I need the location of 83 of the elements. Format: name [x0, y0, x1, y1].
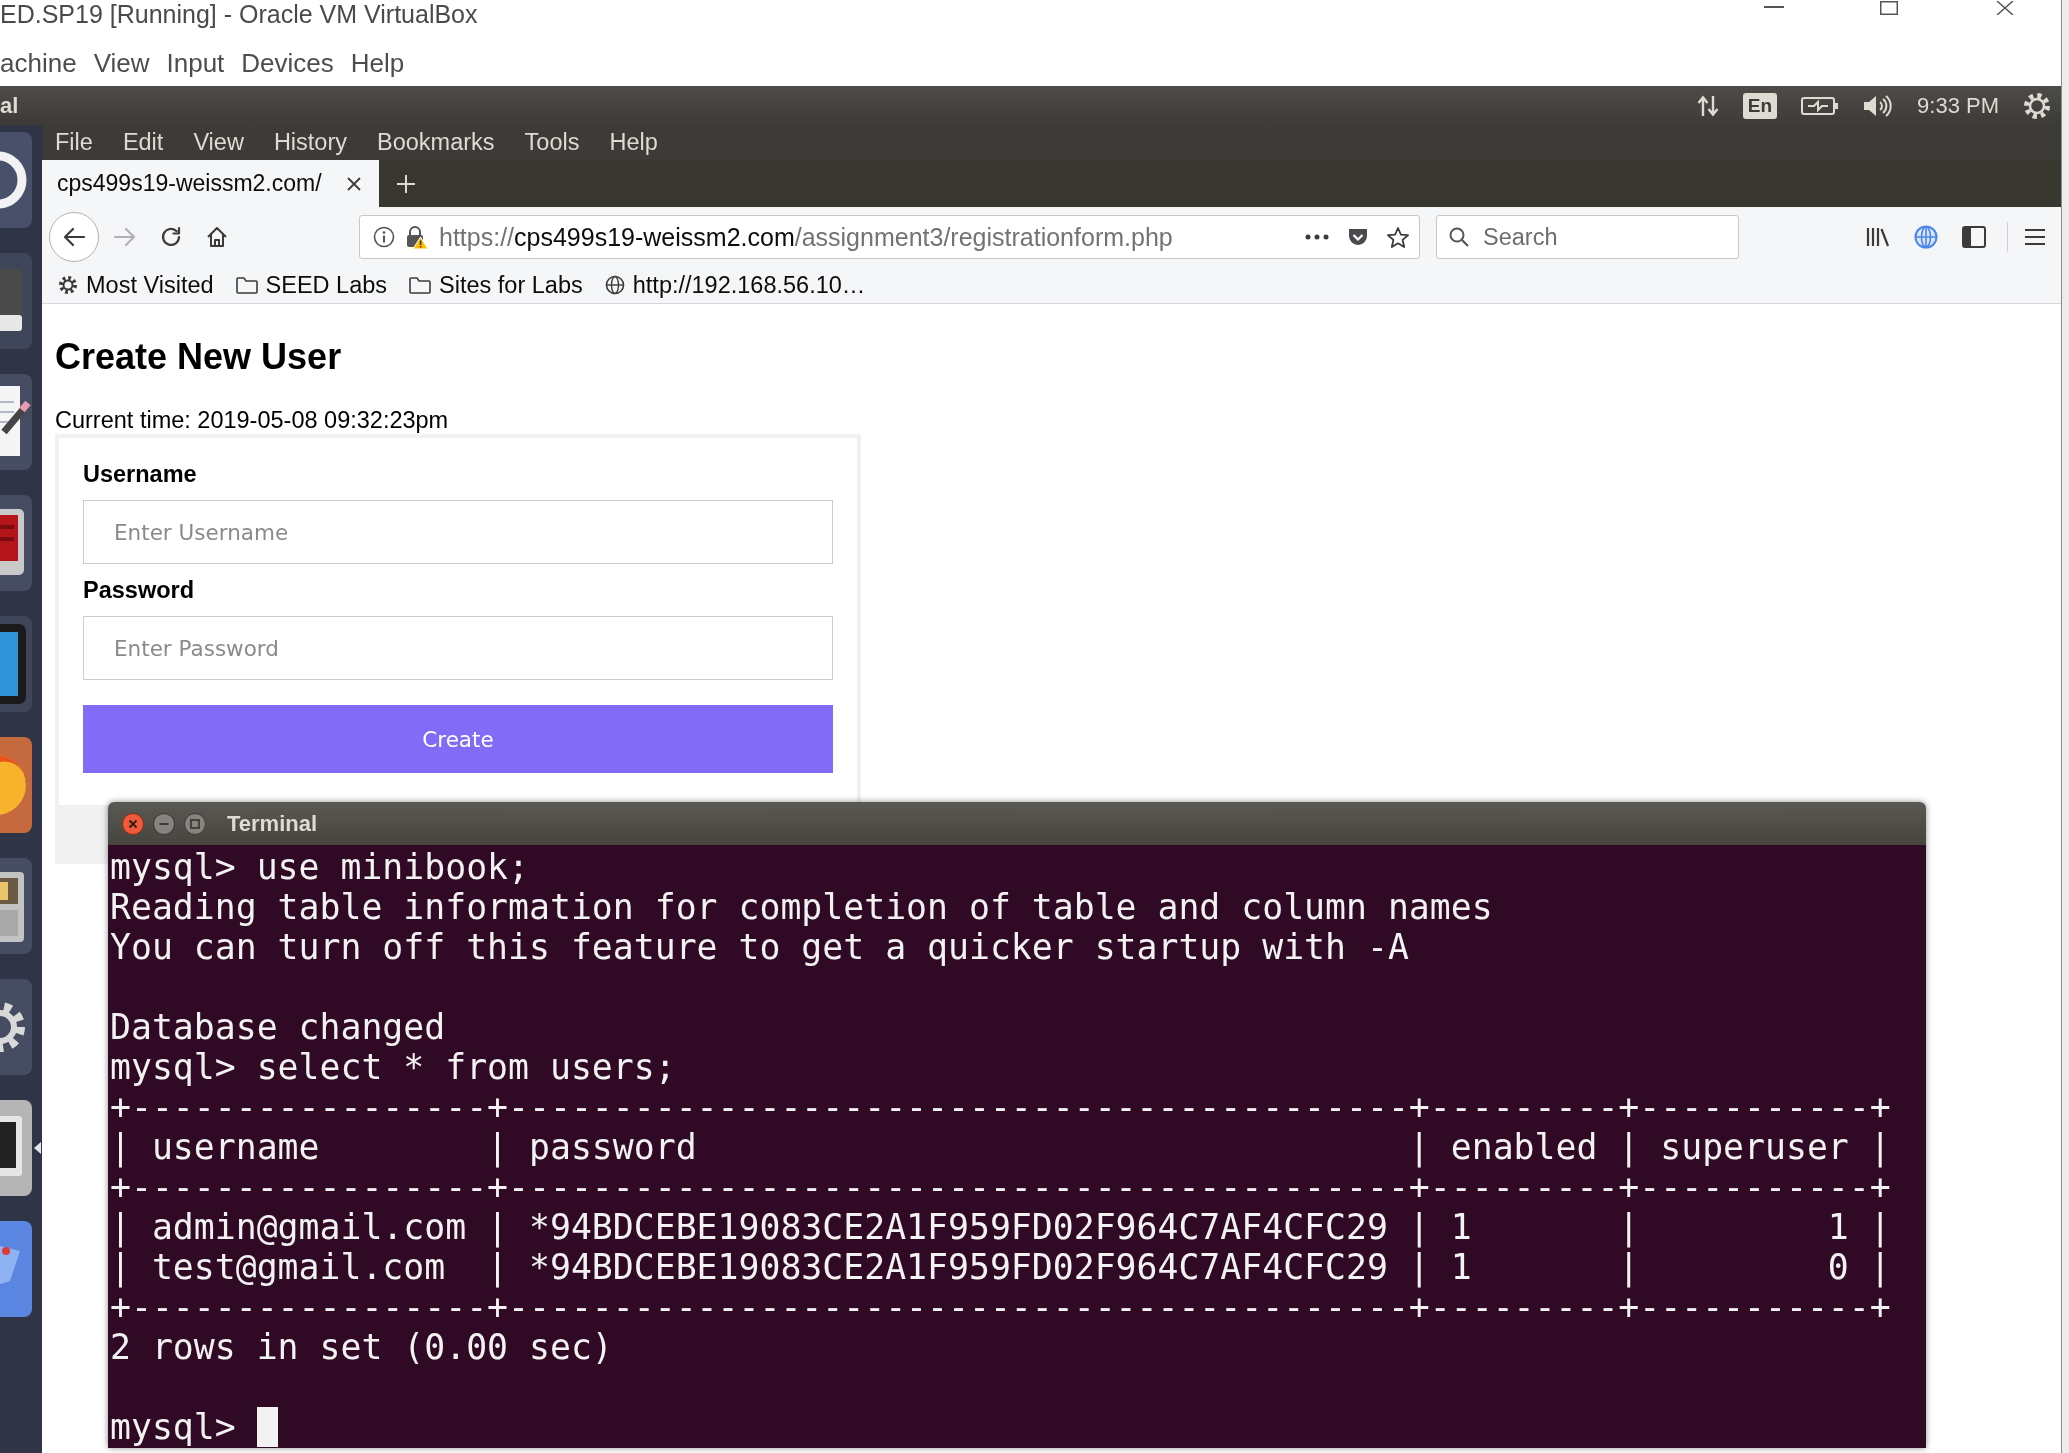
- terminal-line: | username | password | enabled | superuser |: [110, 1127, 1891, 1167]
- folder-icon: [235, 276, 258, 294]
- sidebar-icon[interactable]: [1962, 226, 1986, 248]
- input-field[interactable]: Enter Username: [83, 500, 833, 564]
- menu-item[interactable]: Input: [166, 47, 225, 79]
- menu-item[interactable]: View: [193, 129, 244, 156]
- bookmark-item[interactable]: http://192.168.56.10…: [600, 271, 870, 299]
- terminal-title: Terminal: [227, 810, 318, 837]
- input-field[interactable]: Enter Password: [83, 616, 833, 680]
- bookmark-item[interactable]: Sites for Labs: [405, 271, 587, 299]
- gear-icon: [58, 275, 78, 295]
- terminal-line: mysql> use minibook;: [110, 847, 529, 887]
- minimize-icon[interactable]: [153, 812, 175, 835]
- menu-item[interactable]: Help: [350, 47, 405, 79]
- keyboard-layout-indicator[interactable]: En: [1742, 92, 1778, 119]
- monitor-icon[interactable]: [0, 1100, 32, 1196]
- close-icon[interactable]: [347, 176, 361, 191]
- back-button[interactable]: [49, 212, 99, 262]
- star-icon[interactable]: [1387, 226, 1409, 248]
- plus-icon[interactable]: [397, 174, 415, 193]
- speaker-icon[interactable]: [1863, 93, 1894, 118]
- window-title: ED.SP19 [Running] - Oracle VM VirtualBox: [0, 0, 478, 28]
- menu-item[interactable]: Edit: [122, 129, 164, 156]
- create-button[interactable]: Create: [83, 705, 833, 773]
- menu-item[interactable]: achine: [0, 47, 77, 79]
- globe-icon: [604, 275, 625, 295]
- browser-tab[interactable]: cps499s19-weissm2.com/: [42, 160, 379, 207]
- bookmark-item[interactable]: SEED Labs: [231, 271, 392, 299]
- info-icon[interactable]: [373, 226, 395, 248]
- field-label: Password: [83, 576, 195, 604]
- right-arrow-icon: [114, 227, 136, 247]
- menu-item[interactable]: View: [93, 47, 150, 79]
- ring-logo-icon[interactable]: [0, 132, 32, 228]
- terminal-line: | admin@gmail.com | *94BDCEBE19083CE2A1F959FD02F964C7AF4CFC29 | 1 | 1 |: [110, 1207, 1891, 1247]
- url-text[interactable]: https://cps499s19-weissm2.com/assignment3/registrationform.php: [439, 222, 1173, 252]
- menu-item[interactable]: History: [273, 129, 347, 156]
- home-icon: [206, 226, 228, 248]
- terminal-line: mysql> select * from users;: [110, 1047, 676, 1087]
- bookmark-item[interactable]: Most Visited: [54, 271, 218, 299]
- close-icon[interactable]: [122, 812, 144, 835]
- terminal-line: Database changed: [110, 1007, 446, 1047]
- menu-item[interactable]: Devices: [241, 47, 334, 79]
- drive-icon[interactable]: [0, 253, 32, 349]
- maximize-icon[interactable]: [184, 812, 206, 835]
- menu-item[interactable]: Tools: [524, 129, 580, 156]
- menu-item[interactable]: Bookmarks: [377, 129, 495, 156]
- terminal-line: +-----------------+-------------------------------------------+---------+-----------+: [110, 1167, 1891, 1207]
- transfer-arrows-icon[interactable]: [1696, 94, 1719, 117]
- more-icon[interactable]: [1305, 234, 1329, 240]
- terminal-line: +-----------------+-------------------------------------------+---------+-----------+: [110, 1287, 1891, 1327]
- terminal-line: You can turn off this feature to get a quicker startup with -A: [110, 927, 1409, 967]
- clock[interactable]: 9:33 PM: [1917, 92, 1999, 119]
- app-title: al: [0, 92, 19, 119]
- terminal-line: | test@gmail.com | *94BDCEBE19083CE2A1F959FD02F964C7AF4CFC29 | 1 | 0 |: [110, 1247, 1891, 1287]
- address-bar[interactable]: https://cps499s19-weissm2.com/assignment3/registrationform.php: [359, 215, 1420, 259]
- lock-warning-icon[interactable]: [404, 225, 428, 249]
- search-icon: [1449, 227, 1469, 247]
- close-icon[interactable]: [1996, 1, 2014, 15]
- page-heading: Create New User: [55, 335, 342, 378]
- reload-icon: [160, 226, 182, 248]
- current-time-text: Current time: 2019-05-08 09:32:23pm: [55, 406, 449, 434]
- settings-icon[interactable]: [2023, 91, 2051, 120]
- folder-icon: [409, 276, 432, 294]
- file-cabinet-icon[interactable]: [0, 858, 32, 954]
- slide-deck-icon[interactable]: [0, 495, 32, 591]
- menu-item[interactable]: Help: [609, 129, 658, 156]
- field-label: Username: [83, 460, 197, 488]
- terminal-line: mysql>: [110, 1407, 236, 1447]
- menu-item[interactable]: File: [55, 129, 93, 156]
- search-field[interactable]: Search: [1436, 215, 1739, 259]
- terminal-line: Reading table information for completion of table and column names: [110, 887, 1493, 927]
- library-icon[interactable]: [1866, 226, 1890, 248]
- window-frame-icon[interactable]: [0, 616, 32, 712]
- gear-icon[interactable]: [0, 979, 32, 1075]
- chevron-shield-icon[interactable]: [1348, 227, 1368, 247]
- menu-icon[interactable]: [2024, 228, 2046, 246]
- left-arrow-icon: [63, 227, 85, 247]
- terminal-line: 2 rows in set (0.00 sec): [110, 1327, 613, 1367]
- terminal-line: +-----------------+-------------------------------------------+---------+-----------+: [110, 1087, 1891, 1127]
- globe-icon[interactable]: [1914, 225, 1938, 249]
- maximize-icon[interactable]: [1880, 1, 1898, 15]
- document-pencil-icon[interactable]: [0, 374, 32, 470]
- battery-icon[interactable]: [1801, 95, 1840, 116]
